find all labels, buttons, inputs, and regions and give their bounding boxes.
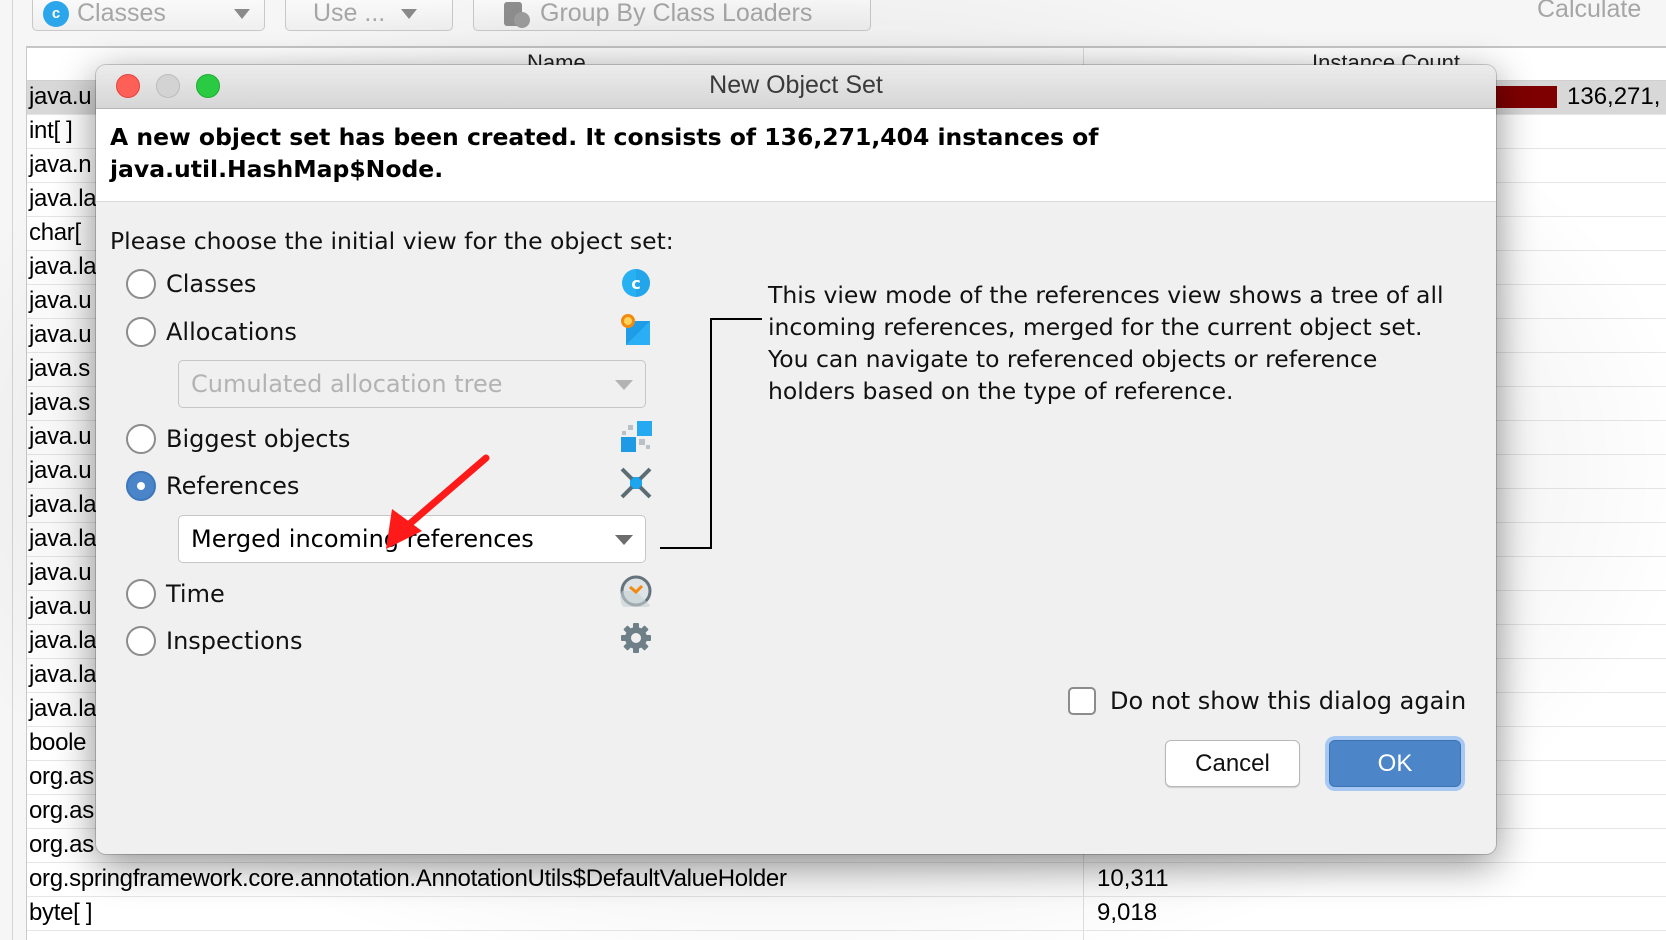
class-name-cell: org.as (29, 831, 94, 858)
option-references[interactable]: References (126, 469, 299, 503)
references-view-select[interactable]: Merged incoming references (178, 515, 646, 563)
option-label: Inspections (166, 627, 303, 655)
class-name-cell: java.s (29, 355, 90, 382)
radio-inspections[interactable] (126, 626, 156, 656)
references-icon (620, 467, 652, 499)
view-select-label: Classes (77, 0, 166, 27)
option-label: References (166, 472, 300, 500)
option-allocations[interactable]: Allocations (126, 315, 297, 349)
class-name-cell: java.la (29, 253, 97, 280)
gear-icon (621, 623, 651, 653)
dialog-titlebar[interactable]: New Object Set (96, 65, 1496, 109)
option-time[interactable]: Time (126, 577, 225, 611)
view-description: This view mode of the references view sh… (768, 281, 1444, 405)
cancel-button[interactable]: Cancel (1165, 740, 1300, 787)
calculate-button[interactable]: Calculate (1537, 0, 1641, 24)
option-label: Classes (166, 270, 257, 298)
table-row[interactable]: org.springframework.core.annotation.Anno… (27, 863, 1666, 897)
use-select-label: Use ... (313, 0, 386, 27)
description-connector (710, 318, 762, 320)
class-name-cell: java.la (29, 695, 97, 722)
option-classes[interactable]: Classes (126, 267, 256, 301)
dont-show-again-label: Do not show this dialog again (1110, 687, 1467, 715)
class-name-cell: java.la (29, 661, 97, 688)
option-label: Time (166, 580, 225, 608)
class-name-cell: byte[ ] (29, 899, 93, 926)
chevron-down-icon (615, 535, 633, 545)
clock-icon (620, 575, 652, 607)
class-name-cell: java.la (29, 525, 97, 552)
dont-show-again-row[interactable]: Do not show this dialog again (1068, 687, 1466, 715)
class-name-cell: char[ (29, 219, 81, 246)
use-select[interactable]: Use ... (285, 0, 453, 31)
radio-time[interactable] (126, 579, 156, 609)
class-name-cell: boole (29, 729, 87, 756)
instance-count-cell: 9,018 (1097, 899, 1158, 926)
combo-value: Merged incoming references (191, 525, 534, 553)
class-c-icon: c (43, 0, 69, 27)
radio-allocations[interactable] (126, 317, 156, 347)
view-select[interactable]: c Classes (32, 0, 265, 31)
option-label: Allocations (166, 318, 297, 346)
option-inspections[interactable]: Inspections (126, 624, 302, 658)
dont-show-again-checkbox[interactable] (1068, 687, 1096, 715)
class-name-cell: java.n (29, 151, 92, 178)
class-name-cell: java.u (29, 559, 92, 586)
class-name-cell: org.as (29, 763, 94, 790)
svg-text:c: c (631, 274, 640, 293)
class-name-cell: org.springframework.core.annotation.Anno… (29, 865, 787, 892)
class-name-cell: org.as (29, 797, 94, 824)
new-object-set-dialog: New Object Set A new object set has been… (96, 65, 1496, 854)
allocations-view-select: Cumulated allocation tree (178, 360, 646, 408)
class-name-cell: java.s (29, 389, 90, 416)
class-name-cell: java.u (29, 423, 92, 450)
class-name-cell: java.u (29, 321, 92, 348)
biggest-objects-icon (621, 421, 652, 452)
chevron-down-icon (234, 8, 250, 19)
option-biggest-objects[interactable]: Biggest objects (126, 422, 350, 456)
class-name-cell: java.u (29, 287, 92, 314)
chevron-down-icon (401, 8, 418, 19)
table-row[interactable]: byte[ ] 9,018 (27, 897, 1666, 931)
class-name-cell: java.u (29, 593, 92, 620)
view-prompt: Please choose the initial view for the o… (110, 227, 674, 255)
window-edge (12, 0, 13, 940)
class-name-cell: java.la (29, 185, 97, 212)
group-button-label: Group By Class Loaders (540, 0, 813, 27)
radio-classes[interactable] (126, 269, 156, 299)
class-name-cell: java.u (29, 83, 92, 110)
chevron-down-icon (615, 380, 633, 390)
instance-count-cell: 10,311 (1097, 865, 1169, 892)
instance-count-cell: 136,271, (1567, 83, 1661, 110)
description-connector (660, 547, 712, 549)
ok-button[interactable]: OK (1329, 740, 1461, 787)
class-loader-icon (504, 0, 530, 28)
group-by-class-loaders-button[interactable]: Group By Class Loaders (473, 0, 871, 31)
class-name-cell: int[ ] (29, 117, 73, 144)
dialog-title: New Object Set (709, 71, 883, 99)
class-name-cell: java.la (29, 491, 97, 518)
class-c-icon: c (622, 269, 650, 297)
radio-references[interactable] (126, 471, 156, 501)
dialog-message-area: A new object set has been created. It co… (96, 109, 1496, 202)
radio-biggest-objects[interactable] (126, 424, 156, 454)
option-label: Biggest objects (166, 425, 351, 453)
combo-value: Cumulated allocation tree (191, 370, 503, 398)
class-name-cell: java.u (29, 457, 92, 484)
allocations-icon (621, 314, 650, 345)
dialog-message: A new object set has been created. It co… (110, 123, 1099, 183)
toolbar: c Classes Use ... Group By Class Loaders… (0, 0, 1666, 46)
class-name-cell: java.la (29, 627, 97, 654)
description-connector (710, 318, 712, 549)
